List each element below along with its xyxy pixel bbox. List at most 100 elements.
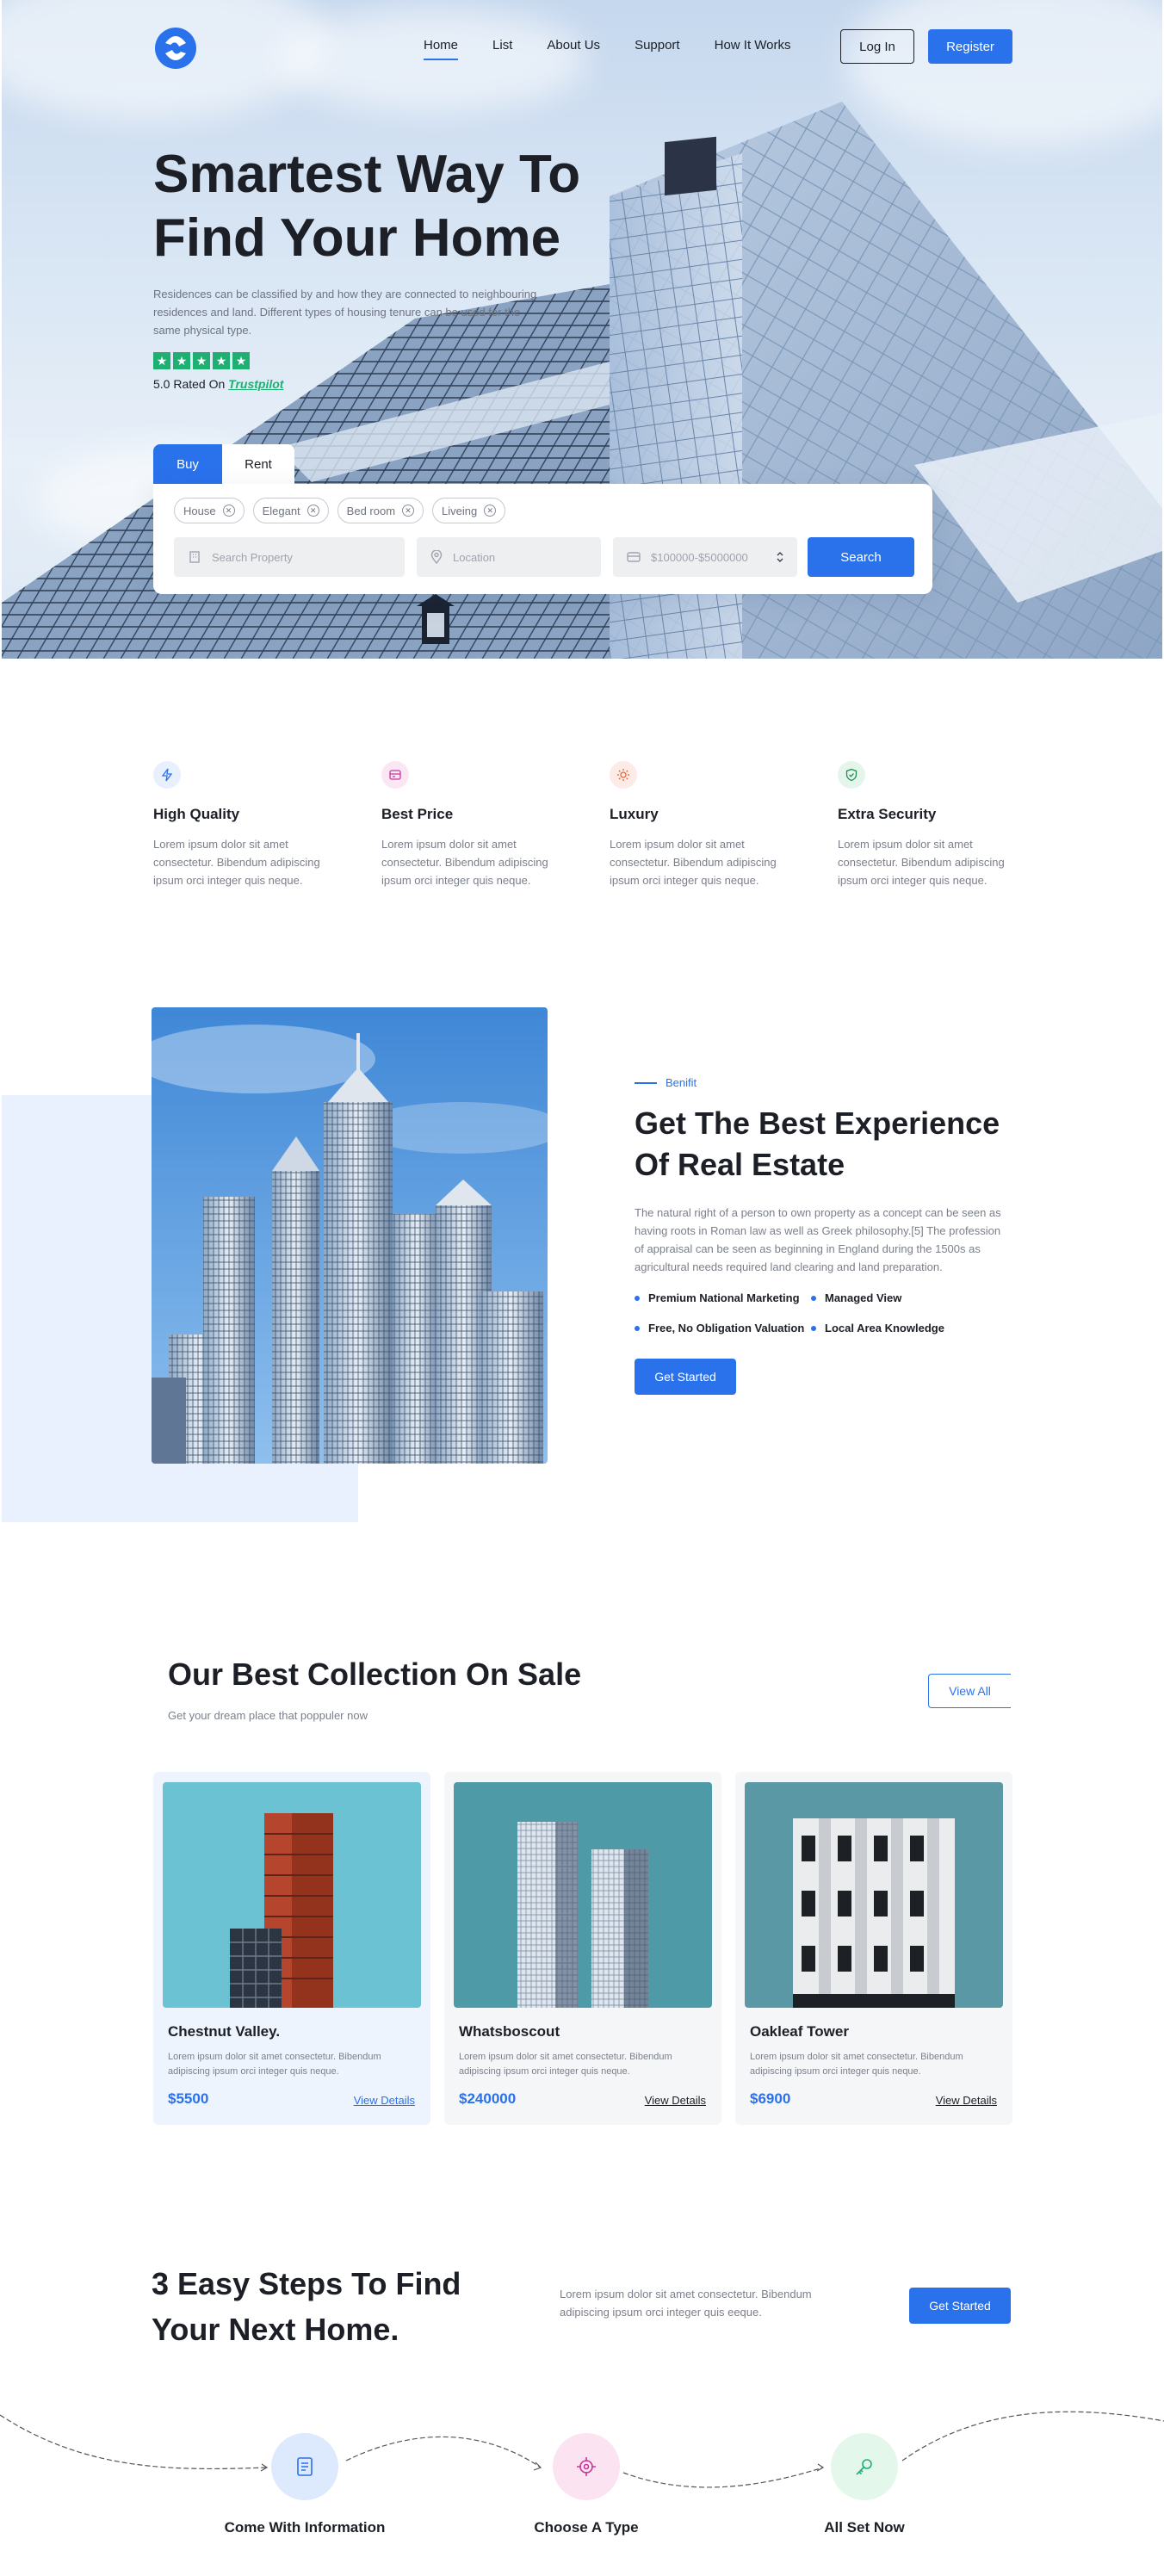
nav-item-support[interactable]: Support (635, 38, 680, 53)
list-item: Managed View (811, 1291, 966, 1304)
step-label: Choose A Type (534, 2519, 639, 2536)
price-range-value: $100000-$5000000 (651, 550, 748, 564)
steps-get-started-button[interactable]: Get Started (909, 2288, 1011, 2324)
benefit-list: Premium National Marketing Managed View … (635, 1291, 966, 1334)
location-pin-icon (430, 550, 443, 564)
experience-description: The natural right of a person to own pro… (635, 1206, 1001, 1273)
shield-icon (838, 761, 865, 789)
property-description: Lorem ipsum dolor sit amet consectetur. … (168, 2052, 381, 2077)
rating-stars: ★ ★ ★ ★ ★ (153, 352, 250, 369)
eyebrow-label: Benifit (666, 1076, 697, 1089)
property-image (454, 1782, 712, 2008)
search-panel: House ✕ Elegant ✕ Bed room ✕ Liveing ✕ Searc… (153, 484, 932, 594)
property-card[interactable]: Chestnut Valley. Lorem ipsum dolor sit a… (153, 1772, 430, 2125)
feature-title: Extra Security (838, 806, 937, 822)
feature-best-price: Best Price Lorem ipsum dolor sit amet co… (381, 761, 571, 889)
search-property-input[interactable]: Search Property (174, 537, 405, 577)
collection-subtitle: Get your dream place that poppuler now (168, 1709, 368, 1722)
chevron-updown-icon (777, 552, 783, 562)
view-all-button[interactable]: View All (928, 1674, 1011, 1708)
property-name: Whatsboscout (459, 2023, 560, 2040)
property-name: Oakleaf Tower (750, 2023, 849, 2040)
collection-title: Our Best Collection On Sale (168, 1656, 582, 1692)
feature-luxury: Luxury Lorem ipsum dolor sit amet consec… (610, 761, 799, 889)
steps-title: 3 Easy Steps To Find Your Next Home. (152, 2266, 461, 2347)
chip-label: House (183, 504, 216, 517)
benefit-eyebrow: Benifit (635, 1076, 697, 1089)
lightning-icon (153, 761, 181, 789)
feature-text: Lorem ipsum dolor sit amet consectetur. … (610, 838, 777, 887)
property-description: Lorem ipsum dolor sit amet consectetur. … (750, 2052, 963, 2077)
star-icon: ★ (153, 352, 170, 369)
steps-description: Lorem ipsum dolor sit amet consectetur. … (560, 2288, 812, 2319)
chip-bed-room[interactable]: Bed room ✕ (337, 498, 424, 523)
register-button[interactable]: Register (928, 29, 1012, 64)
chip-house[interactable]: House ✕ (174, 498, 245, 523)
filter-chips: House ✕ Elegant ✕ Bed room ✕ Liveing ✕ (174, 498, 506, 523)
close-icon[interactable]: ✕ (222, 505, 235, 517)
chip-elegant[interactable]: Elegant ✕ (252, 498, 329, 523)
feature-text: Lorem ipsum dolor sit amet consectetur. … (153, 838, 320, 887)
property-price: $6900 (750, 2090, 791, 2107)
rating-text: 5.0 Rated On Trustpilot (153, 377, 283, 391)
price-range-select[interactable]: $100000-$5000000 (613, 537, 797, 577)
experience-title: Get The Best Experience Of Real Estate (635, 1105, 1000, 1182)
wallet-icon (627, 552, 641, 562)
property-image (163, 1782, 421, 2008)
close-icon[interactable]: ✕ (402, 505, 415, 517)
target-icon (553, 2433, 620, 2500)
star-icon: ★ (232, 352, 250, 369)
feature-title: High Quality (153, 806, 240, 822)
location-input[interactable]: Location (417, 537, 601, 577)
hero-section: Home List About Us Support How It Works … (2, 0, 1162, 659)
feature-text: Lorem ipsum dolor sit amet consectetur. … (838, 838, 1005, 887)
sparkle-icon (610, 761, 637, 789)
chip-liveing[interactable]: Liveing ✕ (432, 498, 506, 523)
form-icon (271, 2433, 338, 2500)
rating-label: 5.0 Rated On (153, 377, 226, 391)
property-price: $240000 (459, 2090, 517, 2107)
step-label: Come With Information (224, 2519, 386, 2536)
close-icon[interactable]: ✕ (484, 505, 497, 517)
nav-item-list[interactable]: List (492, 38, 512, 53)
star-icon: ★ (193, 352, 210, 369)
view-details-link[interactable]: View Details (354, 2094, 415, 2107)
location-placeholder: Location (453, 550, 496, 564)
brand-logo[interactable] (153, 26, 198, 71)
list-item: Premium National Marketing (635, 1291, 811, 1304)
list-item: Free, No Obligation Valuation (635, 1322, 811, 1334)
star-icon: ★ (213, 352, 230, 369)
tab-buy[interactable]: Buy (153, 444, 222, 484)
property-card[interactable]: Oakleaf Tower Lorem ipsum dolor sit amet… (735, 1772, 1012, 2125)
feature-title: Best Price (381, 806, 454, 822)
nav-item-about-us[interactable]: About Us (547, 38, 600, 53)
search-button[interactable]: Search (808, 537, 914, 577)
hero-description: Residences can be classified by and how … (153, 288, 537, 337)
feature-extra-security: Extra Security Lorem ipsum dolor sit ame… (838, 761, 1027, 889)
feature-title: Luxury (610, 806, 659, 822)
nav-item-home[interactable]: Home (424, 38, 459, 60)
nav-item-how-it-works[interactable]: How It Works (715, 38, 791, 53)
property-name: Chestnut Valley. (168, 2023, 281, 2040)
property-image (745, 1782, 1003, 2008)
login-button[interactable]: Log In (840, 29, 914, 64)
key-icon (831, 2433, 898, 2500)
close-icon[interactable]: ✕ (306, 505, 319, 517)
chip-label: Elegant (262, 504, 300, 517)
get-started-button[interactable]: Get Started (635, 1359, 736, 1395)
trustpilot-link[interactable]: Trustpilot (228, 377, 283, 391)
card-icon (381, 761, 409, 789)
feature-text: Lorem ipsum dolor sit amet consectetur. … (381, 838, 548, 887)
property-card[interactable]: Whatsboscout Lorem ipsum dolor sit amet … (444, 1772, 721, 2125)
list-item: Local Area Knowledge (811, 1322, 966, 1334)
star-icon: ★ (173, 352, 190, 369)
hero-title: Smartest Way To Find Your Home (153, 145, 581, 268)
main-nav: Home List About Us Support How It Works (424, 38, 791, 60)
property-price: $5500 (168, 2090, 209, 2107)
chip-label: Liveing (442, 504, 478, 517)
view-details-link[interactable]: View Details (936, 2094, 997, 2107)
tab-rent[interactable]: Rent (222, 444, 294, 484)
view-details-link[interactable]: View Details (645, 2094, 706, 2107)
property-description: Lorem ipsum dolor sit amet consectetur. … (459, 2052, 672, 2077)
step-label: All Set Now (824, 2519, 905, 2536)
